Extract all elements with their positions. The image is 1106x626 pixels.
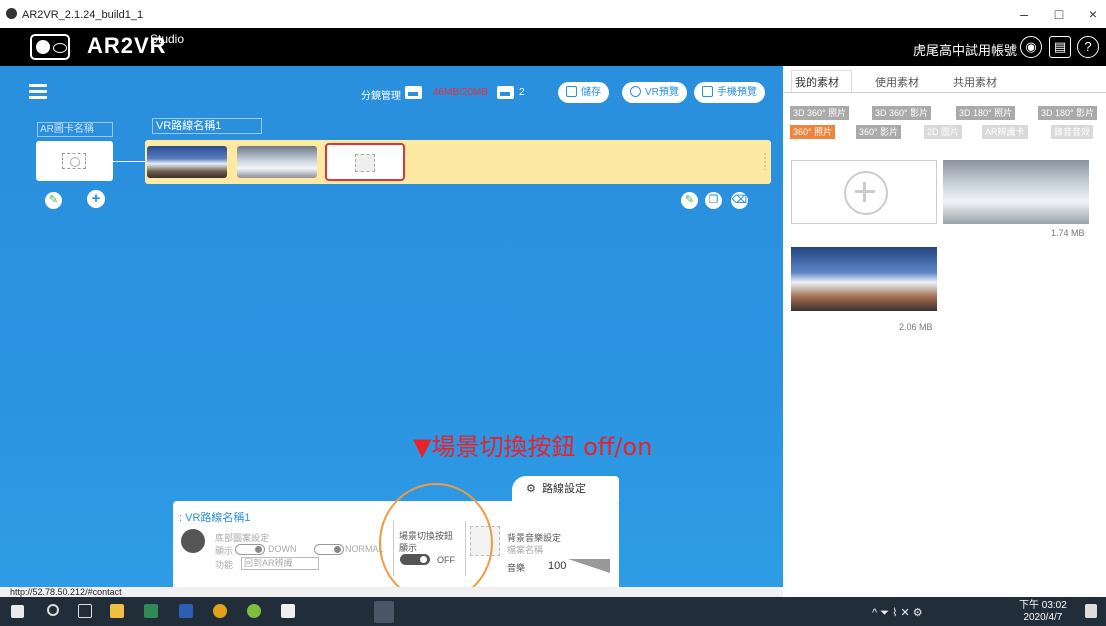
edit-route-icon[interactable]: ✎ <box>681 192 698 209</box>
notification-icon[interactable] <box>1085 604 1097 618</box>
vr-preview-button[interactable]: VR預覽 <box>622 82 687 103</box>
save-button[interactable]: 儲存 <box>558 82 609 103</box>
show-label: 顯示 <box>215 546 234 556</box>
connector-line <box>113 161 145 162</box>
asset-size: 1.74 MB <box>1051 228 1085 238</box>
clock[interactable]: 下午 03:02 2020/4/7 <box>1019 600 1067 624</box>
ar2vr-taskbar-icon[interactable] <box>374 601 394 623</box>
windows-taskbar: ^ ⏷ ⌇ ✕ ⚙ 下午 03:02 2020/4/7 <box>0 597 1106 626</box>
maximize-button[interactable]: □ <box>1049 6 1069 22</box>
vr-count-icon <box>497 86 514 99</box>
vr-count: 2 <box>519 87 525 98</box>
route-settings-tab[interactable]: ⚙ 路線設定 <box>512 476 619 503</box>
tab-shared-assets[interactable]: 共用素材 <box>953 74 997 90</box>
help-icon[interactable]: ? <box>1077 36 1099 58</box>
file-explorer-icon[interactable] <box>110 604 124 618</box>
app-icon <box>6 8 17 19</box>
mobile-preview-button[interactable]: 手機預覽 <box>694 82 765 103</box>
app-icon-person[interactable] <box>247 604 261 618</box>
status-bar-url: http://52.78.50.212/#contact <box>0 587 783 597</box>
filter-3d180-video[interactable]: 3D 180° 影片 <box>1038 106 1098 120</box>
notebook-icon[interactable]: ▤ <box>1049 36 1071 58</box>
add-icon[interactable]: + <box>87 190 105 208</box>
filter-360-photo[interactable]: 360° 照片 <box>790 125 836 139</box>
placeholder-image-icon <box>355 154 375 172</box>
ar-card-slot[interactable] <box>36 141 113 181</box>
annotation-circle <box>379 483 493 603</box>
panel-route-title: : VR路線名稱1 <box>179 512 251 524</box>
tab-my-assets[interactable]: 我的素材 <box>795 74 839 90</box>
word-icon[interactable] <box>179 604 193 618</box>
edit-icon[interactable]: ✎ <box>45 192 62 209</box>
empty-scene-slot[interactable] <box>325 143 405 181</box>
window-title-bar: AR2VR_2.1.24_build1_1 – □ × <box>0 0 1106 28</box>
bottom-image-setting-label: 底部圖案設定 <box>215 533 270 543</box>
windows-start-icon[interactable] <box>11 605 24 618</box>
filter-2d-image[interactable]: 2D 圖片 <box>924 125 963 139</box>
hamburger-menu-icon[interactable] <box>29 84 47 100</box>
filter-audio[interactable]: 錄音音效 <box>1051 125 1094 139</box>
normal-toggle[interactable] <box>314 544 344 555</box>
excel-icon[interactable] <box>144 604 158 618</box>
asset-thumbnail[interactable] <box>791 247 937 311</box>
asset-thumbnail[interactable] <box>943 160 1089 224</box>
add-asset-button[interactable] <box>791 160 937 224</box>
user-icon[interactable]: ◉ <box>1020 36 1042 58</box>
close-button[interactable]: × <box>1083 6 1103 22</box>
storage-icon <box>405 86 422 99</box>
phone-icon <box>702 86 713 97</box>
system-tray-icons[interactable]: ^ ⏷ ⌇ ✕ ⚙ <box>872 606 923 620</box>
asset-panel: 我的素材 使用素材 共用素材 3D 360° 照片 3D 360° 影片 3D … <box>783 66 1106 587</box>
volume-label: 音樂 <box>507 563 526 573</box>
normal-label: NORMAL <box>345 544 384 554</box>
search-icon[interactable] <box>47 604 59 616</box>
volume-slider[interactable] <box>568 559 610 573</box>
volume-value: 100 <box>548 560 567 572</box>
segment-manager-label[interactable]: 分鏡管理 <box>361 87 401 102</box>
scene-thumbnail[interactable] <box>237 146 317 178</box>
music-name-label: 檔案名稱 <box>507 545 544 555</box>
globe-icon <box>630 86 641 97</box>
scene-thumbnail[interactable] <box>147 146 227 178</box>
app-header: AR2VR Studio 虎尾高中試用帳號 ◉ ▤ ? <box>0 28 1106 66</box>
function-select[interactable]: 回到AR辨識 <box>241 557 319 570</box>
filter-360-video[interactable]: 360° 影片 <box>856 125 902 139</box>
ar-card-name-field[interactable]: AR圖卡名稱 <box>37 122 113 137</box>
copy-route-icon[interactable]: ❐ <box>705 192 722 209</box>
window-title: AR2VR_2.1.24_build1_1 <box>22 9 144 21</box>
account-name[interactable]: 虎尾高中試用帳號 <box>913 40 1017 59</box>
chrome-icon[interactable] <box>213 604 227 618</box>
vr-route-name-field[interactable]: VR路線名稱1 <box>152 118 262 134</box>
logo-superscript: Studio <box>150 32 185 46</box>
storage-usage: 46MB/20MB <box>433 87 489 98</box>
tab-used-assets[interactable]: 使用素材 <box>875 74 919 90</box>
drag-handle-icon[interactable] <box>763 152 767 170</box>
photos-icon[interactable] <box>281 604 295 618</box>
floppy-icon <box>566 86 577 97</box>
vr-route-strip <box>145 140 771 184</box>
vr-headset-icon <box>181 529 205 553</box>
eye-icon <box>62 153 86 169</box>
delete-route-icon[interactable]: ⌫ <box>731 192 748 209</box>
filter-ar-card[interactable]: AR辨識卡 <box>982 125 1028 139</box>
filter-3d360-video[interactable]: 3D 360° 影片 <box>872 106 932 120</box>
asset-size: 2.06 MB <box>899 322 933 332</box>
annotation-text: ▼場景切換按鈕 off/on <box>413 433 653 461</box>
filter-3d180-photo[interactable]: 3D 180° 照片 <box>956 106 1016 120</box>
gear-icon: ⚙ <box>526 483 536 495</box>
function-label: 功能 <box>215 560 234 570</box>
minimize-button[interactable]: – <box>1014 6 1034 22</box>
down-toggle[interactable] <box>235 544 265 555</box>
down-label: DOWN <box>268 544 297 554</box>
filter-3d360-photo[interactable]: 3D 360° 照片 <box>790 106 850 120</box>
camera-logo-icon <box>30 34 70 60</box>
tab-divider <box>783 92 1106 93</box>
task-view-icon[interactable] <box>78 604 92 618</box>
